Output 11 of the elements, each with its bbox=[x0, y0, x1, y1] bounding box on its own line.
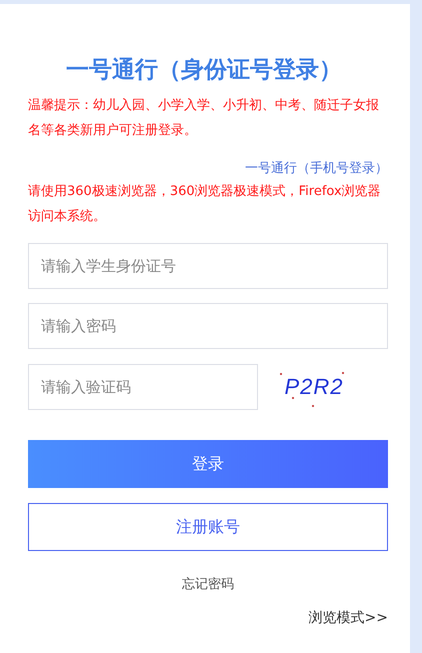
id-number-input-field[interactable]: 请输入学生身份证号 bbox=[28, 243, 388, 289]
browse-mode-link[interactable]: 浏览模式>> bbox=[308, 610, 388, 626]
captcha-input-field[interactable]: 请输入验证码 bbox=[28, 364, 258, 410]
login-button[interactable]: 登录 bbox=[28, 440, 388, 488]
forgot-password-link[interactable]: 忘记密码 bbox=[182, 577, 234, 592]
page-title: 一号通行（身份证号登录） bbox=[65, 56, 343, 85]
notice-text: 温馨提示：幼儿入园、小学入学、小升初、中考、随迁子女报名等各类新用户可注册登录。 bbox=[28, 97, 380, 140]
browser-notice-text: 请使用360极速浏览器，360浏览器极速模式，Firefox浏览器访问本系统。 bbox=[28, 183, 382, 226]
password-input-field[interactable]: 请输入密码 bbox=[28, 303, 388, 349]
phone-login-link[interactable]: 一号通行（手机号登录） bbox=[245, 161, 388, 176]
register-button[interactable]: 注册账号 bbox=[28, 503, 388, 551]
